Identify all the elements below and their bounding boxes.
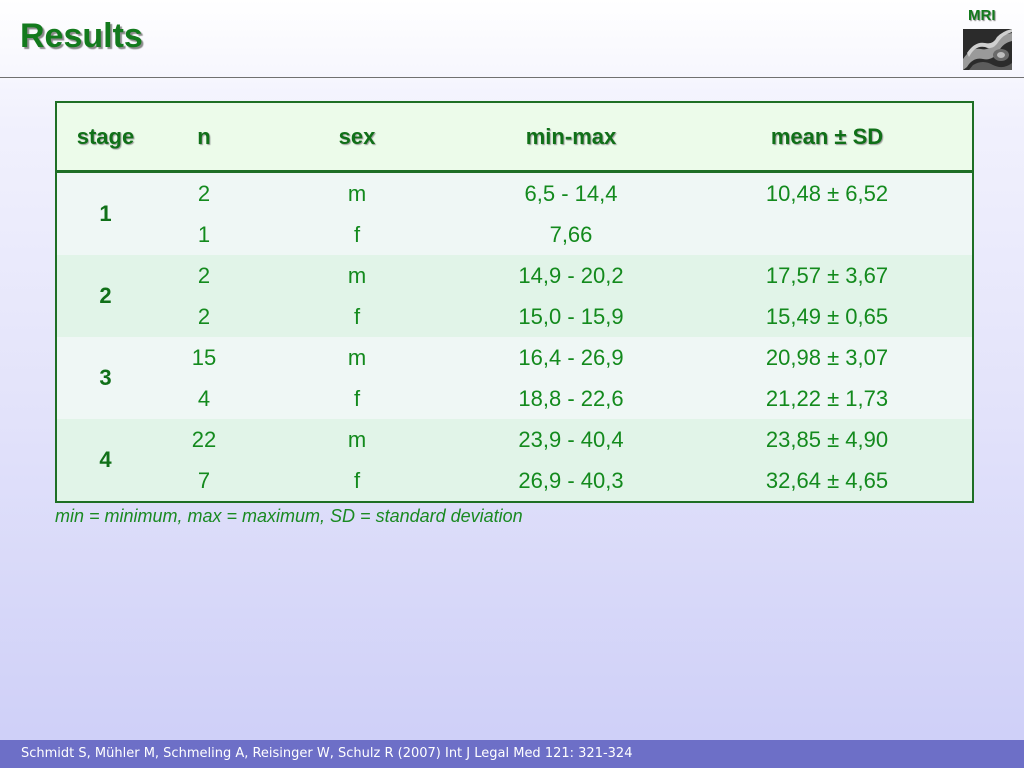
- min-max-cell: 23,9 - 40,4: [460, 419, 682, 460]
- table-row: 4 22 m 23,9 - 40,4 23,85 ± 4,90: [56, 419, 973, 502]
- column-header-min-max: min-max: [460, 102, 682, 173]
- min-max-cell: 18,8 - 22,6: [460, 378, 682, 419]
- table-row: 4 f 18,8 - 22,6 21,22 ± 1,73: [56, 378, 973, 419]
- sex-cell: f: [254, 296, 460, 337]
- stage-cell: 2: [56, 255, 154, 337]
- mean-sd-cell: 10,48 ± 6,52: [682, 171, 973, 214]
- n-cell: 4: [154, 378, 254, 419]
- mean-sd-cell: 21,22 ± 1,73: [682, 378, 973, 419]
- column-header-stage: stage: [56, 102, 154, 173]
- n-cell: 2: [154, 296, 254, 337]
- min-max-cell: 14,9 - 20,2: [460, 255, 682, 296]
- sex-cell: m: [254, 171, 460, 214]
- table-row: 3 15 m 16,4 - 26,9 20,98 ± 3,07: [56, 337, 973, 419]
- sex-cell: f: [254, 214, 460, 255]
- n-cell: 15: [154, 337, 254, 378]
- table-row: 7 f 26,9 - 40,3 32,64 ± 4,65: [56, 460, 973, 502]
- table-row: 2 f 15,0 - 15,9 15,49 ± 0,65: [56, 296, 973, 337]
- sex-cell: f: [254, 460, 460, 502]
- min-max-cell: 7,66: [460, 214, 682, 255]
- mean-sd-cell: 20,98 ± 3,07: [682, 337, 973, 378]
- citation-text: Schmidt S, Mühler M, Schmeling A, Reisin…: [21, 746, 633, 761]
- mean-sd-cell: 23,85 ± 4,90: [682, 419, 973, 460]
- mean-sd-cell: 15,49 ± 0,65: [682, 296, 973, 337]
- n-cell: 1: [154, 214, 254, 255]
- stage-cell: 1: [56, 171, 154, 255]
- n-cell: 22: [154, 419, 254, 460]
- table-header-row: stage n sex min-max mean ± SD: [56, 102, 973, 173]
- header-divider: [0, 77, 1024, 78]
- table-row: 1 f 7,66: [56, 214, 973, 255]
- n-cell: 2: [154, 255, 254, 296]
- min-max-cell: 6,5 - 14,4: [460, 171, 682, 214]
- sex-cell: m: [254, 255, 460, 296]
- sex-cell: m: [254, 419, 460, 460]
- footer-bar: Schmidt S, Mühler M, Schmeling A, Reisin…: [0, 740, 1024, 768]
- stage-cell: 4: [56, 419, 154, 502]
- min-max-cell: 15,0 - 15,9: [460, 296, 682, 337]
- column-header-mean-sd: mean ± SD: [682, 102, 973, 173]
- min-max-cell: 16,4 - 26,9: [460, 337, 682, 378]
- column-header-n: n: [154, 102, 254, 173]
- mean-sd-cell: [682, 214, 973, 255]
- mri-scan-thumbnail-icon: [963, 29, 1012, 70]
- table-row: 1 2 m 6,5 - 14,4 10,48 ± 6,52: [56, 171, 973, 255]
- column-header-sex: sex: [254, 102, 460, 173]
- table-row: 2 2 m 14,9 - 20,2 17,57 ± 3,67: [56, 255, 973, 337]
- n-cell: 7: [154, 460, 254, 502]
- n-cell: 2: [154, 171, 254, 214]
- results-table: stage n sex min-max mean ± SD 1 2 m 6,5 …: [55, 101, 974, 503]
- stage-cell: 3: [56, 337, 154, 419]
- mean-sd-cell: 17,57 ± 3,67: [682, 255, 973, 296]
- mean-sd-cell: 32,64 ± 4,65: [682, 460, 973, 502]
- sex-cell: m: [254, 337, 460, 378]
- min-max-cell: 26,9 - 40,3: [460, 460, 682, 502]
- table-footnote: min = minimum, max = maximum, SD = stand…: [55, 506, 523, 526]
- sex-cell: f: [254, 378, 460, 419]
- slide-title: Results: [20, 17, 143, 55]
- mri-corner-label: MRI: [968, 7, 996, 24]
